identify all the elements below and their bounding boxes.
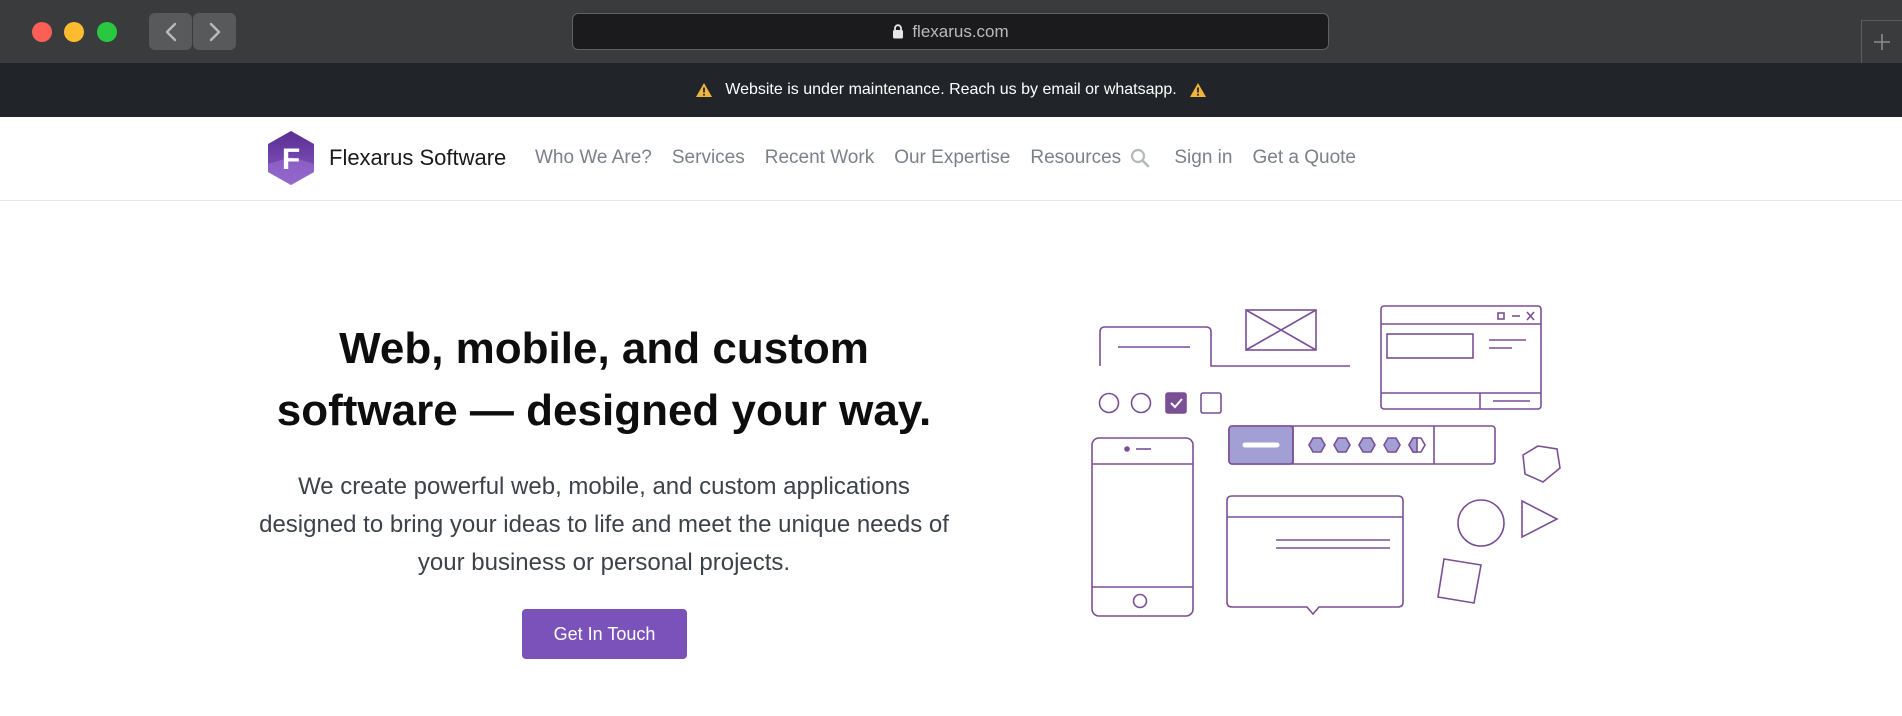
nav-link-resources[interactable]: Resources (1030, 147, 1121, 169)
address-bar[interactable]: flexarus.com (572, 13, 1329, 50)
browser-window-shape (1380, 305, 1542, 410)
browser-chrome: flexarus.com (0, 0, 1902, 63)
hero-title: Web, mobile, and custom software — desig… (254, 318, 954, 442)
nav-link-recent-work[interactable]: Recent Work (765, 147, 874, 169)
brand-name[interactable]: Flexarus Software (329, 145, 506, 171)
plus-icon (1874, 34, 1890, 50)
form-controls-row (1098, 392, 1222, 414)
nav-actions: Sign in Get a Quote (1130, 147, 1356, 169)
geometric-shapes (1437, 445, 1561, 604)
get-in-touch-button[interactable]: Get In Touch (522, 609, 687, 659)
hero-title-line-1: Web, mobile, and custom (339, 324, 869, 373)
nav-link-our-expertise[interactable]: Our Expertise (894, 147, 1010, 169)
hero-title-line-2: software — designed your way. (276, 386, 932, 435)
warning-icon (696, 83, 713, 97)
message-bubble-shape (1226, 495, 1404, 616)
maintenance-text: Website is under maintenance. Reach us b… (725, 81, 1177, 98)
envelope-icon (1245, 309, 1317, 351)
minimize-window-button[interactable] (64, 22, 84, 42)
ui-components-illustration (1091, 305, 1561, 617)
nav-link-who-we-are[interactable]: Who We Are? (535, 147, 652, 169)
chevron-right-icon (209, 22, 220, 41)
folder-tab-shape (1099, 326, 1350, 367)
site-navbar: F Flexarus Software Who We Are? Services… (0, 117, 1902, 201)
warning-icon (1189, 83, 1206, 97)
url-text: flexarus.com (912, 21, 1009, 41)
hero-subtitle: We create powerful web, mobile, and cust… (259, 473, 949, 576)
get-quote-link[interactable]: Get a Quote (1252, 147, 1356, 169)
lock-icon (893, 24, 904, 39)
phone-shape (1091, 437, 1194, 617)
nav-link-services[interactable]: Services (672, 147, 745, 169)
primary-nav: Who We Are? Services Recent Work Our Exp… (535, 147, 1121, 169)
flexarus-logo[interactable]: F (266, 130, 316, 186)
toolbar-input-shape (1228, 425, 1496, 465)
back-button[interactable] (149, 13, 192, 50)
close-window-button[interactable] (32, 22, 52, 42)
maintenance-banner: Website is under maintenance. Reach us b… (0, 63, 1902, 117)
new-tab-button[interactable] (1861, 20, 1902, 63)
sign-in-link[interactable]: Sign in (1174, 147, 1232, 169)
maximize-window-button[interactable] (97, 22, 117, 42)
search-icon[interactable] (1130, 148, 1150, 168)
chevron-left-icon (165, 22, 176, 41)
svg-text:F: F (282, 143, 300, 176)
forward-button[interactable] (193, 13, 236, 50)
